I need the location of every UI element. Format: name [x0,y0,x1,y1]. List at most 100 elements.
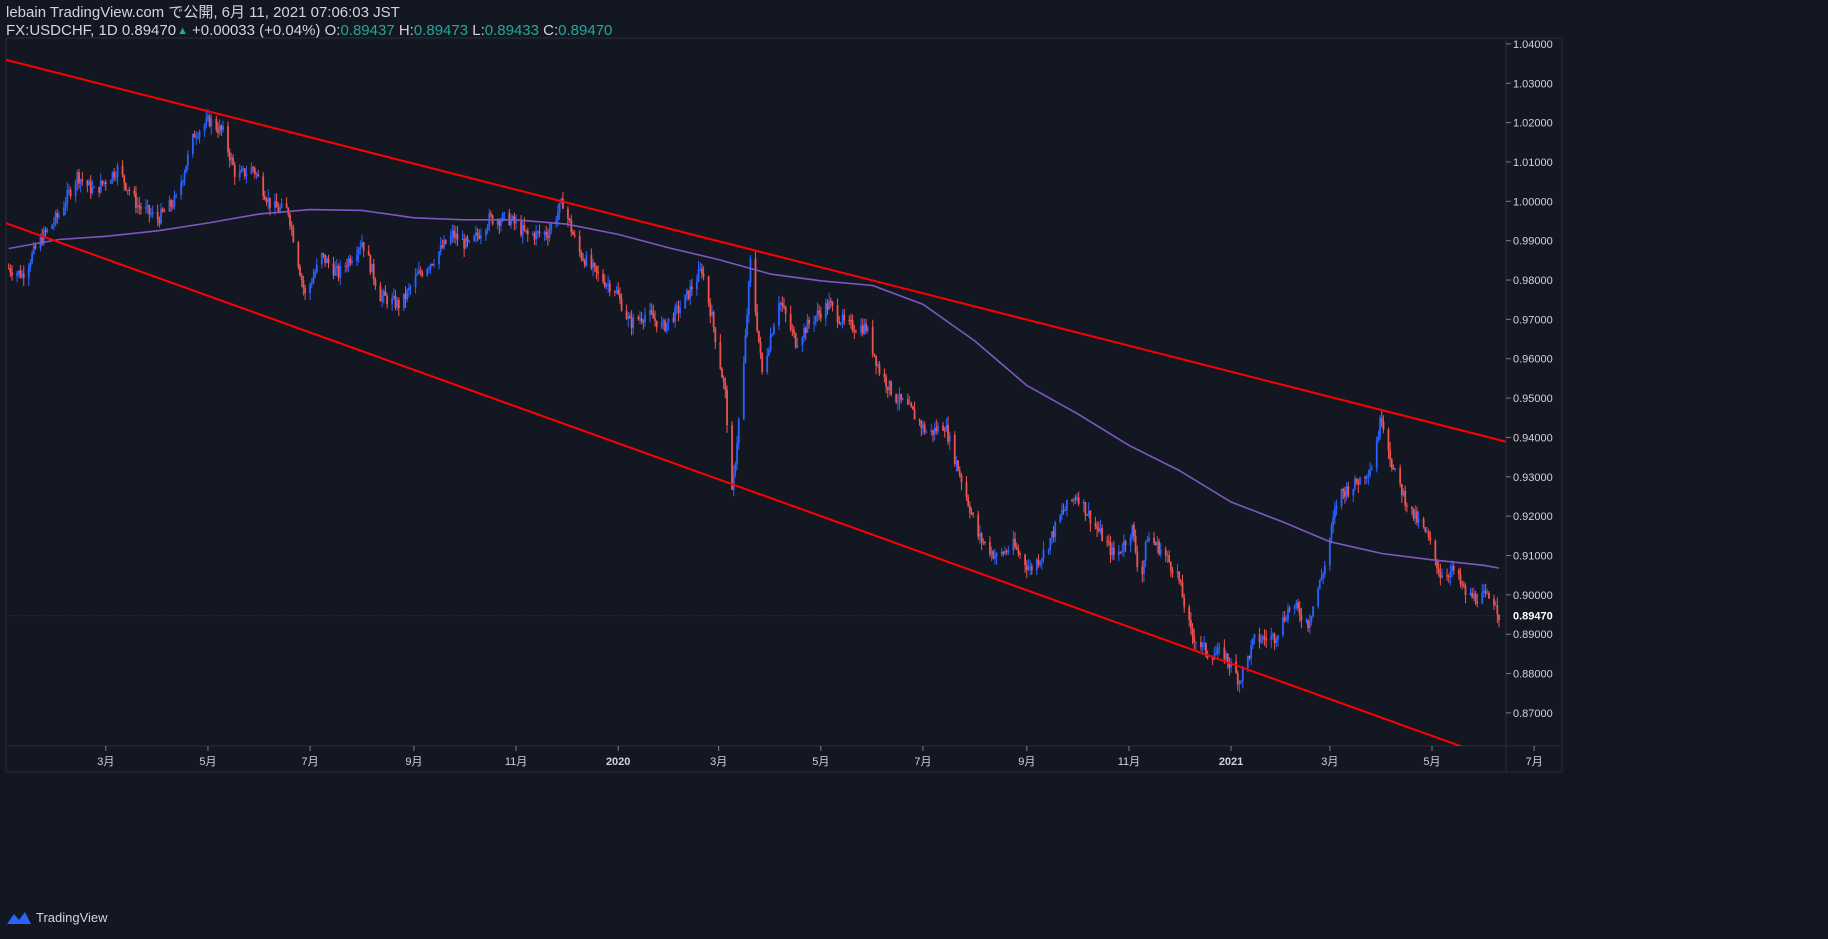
x-axis-tick-label: 9月 [1018,756,1035,768]
candle-body [275,201,278,208]
candle-body [749,258,752,283]
candle-body [1377,436,1380,442]
candle-body [382,291,385,296]
candle-body [1025,565,1028,570]
candle-body [1357,483,1360,485]
candle-body [104,182,107,184]
candle-body [536,231,539,233]
candle-body [1394,468,1397,470]
candle-body [156,212,159,220]
candle-body [582,258,584,261]
candle-body [1215,653,1217,656]
candle-body [1392,468,1395,470]
candle-body [1144,542,1147,561]
candle-body [789,313,792,330]
x-axis-tick-label: 7月 [914,756,931,768]
candle-body [714,327,717,343]
candle-body [386,295,389,305]
candle-body [957,460,960,471]
candle-body [901,399,904,401]
candle-body [310,283,313,285]
candle-body [22,273,25,278]
candle-body [734,463,737,473]
y-axis-tick-label: 1.01000 [1513,157,1553,169]
candle-body [953,434,956,465]
candle-body [1235,661,1237,674]
price-chart[interactable]: 1.04000 1.03000 1.02000 1.01000 1.00000 0.990… [0,0,1828,939]
candle-body [66,190,69,204]
candle-body [667,318,670,323]
candle-body [1481,592,1484,604]
candle-body [56,213,59,218]
candle-body [1200,642,1202,648]
candle-body [217,129,219,133]
candle-body [490,213,492,216]
candle-body [1193,635,1196,643]
candle-body [500,220,502,226]
candle-body [1285,619,1288,621]
candle-body [1283,617,1286,621]
candle-body [640,318,643,322]
candle-body [265,199,268,203]
candle-body [1399,468,1402,484]
candle-body [1483,590,1485,593]
y-axis-tick-label: 0.93000 [1513,472,1553,484]
candle-body [1298,608,1301,617]
candle-body [1061,510,1063,515]
candle-body [51,224,54,229]
plot-area [6,58,1506,746]
candle-body [44,230,47,232]
candle-body [572,231,574,235]
candle-body [1218,647,1221,649]
candle-body [685,290,688,295]
candle-body [1176,571,1179,574]
candle-body [578,236,581,253]
x-axis-tick-label: 5月 [812,756,829,768]
candle-body [113,172,116,178]
y-axis-tick-label: 0.95000 [1513,393,1553,405]
candle-body [724,382,727,390]
candle-body [533,233,536,240]
candle-body [1156,541,1159,546]
candle-body [486,226,489,231]
candle-body [1496,605,1499,615]
candle-body [603,281,606,287]
candle-body [1107,541,1110,543]
candle-body [299,266,301,276]
candle-body [253,168,256,175]
x-axis-tick-label: 5月 [199,756,216,768]
candle-body [1405,505,1408,507]
candle-body [1109,542,1112,556]
candle-body [429,264,432,269]
candle-body [277,207,280,212]
candle-body [1133,524,1135,537]
candle-body [418,270,420,274]
candle-body [1236,673,1239,685]
candle-body [1059,514,1062,523]
candle-body [945,424,948,431]
tradingview-branding[interactable]: TradingView [6,910,108,925]
candle-body [838,321,841,324]
candle-body [1122,541,1125,551]
candle-body [1411,506,1413,509]
candle-body [349,258,352,264]
candle-body [1019,553,1021,555]
candle-body [816,310,819,317]
candle-body [304,287,306,294]
x-axis-tick-label: 2021 [1219,756,1243,768]
candle-body [900,393,903,400]
candle-body [1330,525,1333,539]
candle-body [1340,488,1343,506]
candle-body [1203,643,1206,645]
candle-body [861,325,864,334]
candle-body [1427,531,1430,538]
candle-body [664,320,666,331]
candle-body [476,232,479,236]
candle-body [860,325,862,333]
candle-body [128,189,131,191]
candle-body [1029,566,1032,568]
candle-body [101,180,104,184]
candle-body [181,181,184,183]
candle-body [243,168,246,177]
candle-body [1451,566,1453,571]
